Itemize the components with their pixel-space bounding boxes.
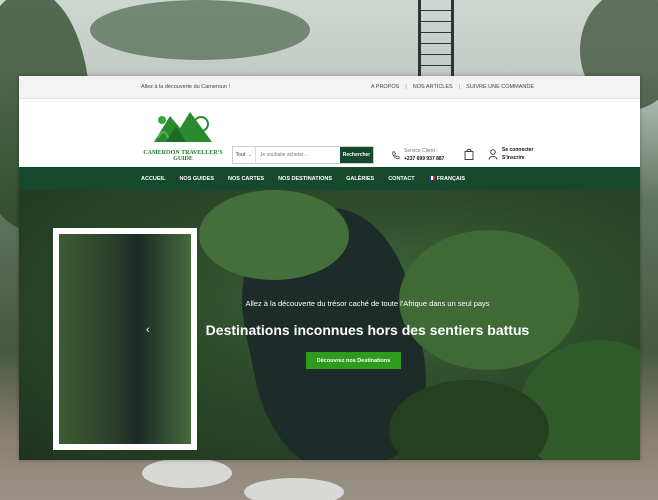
user-icon <box>488 148 498 160</box>
link-articles[interactable]: NOS ARTICLES <box>413 84 453 90</box>
account-links: Se connecter S'inscrire <box>488 147 533 161</box>
divider: | <box>458 84 461 90</box>
link-about[interactable]: A PROPOS <box>371 84 399 90</box>
top-links: A PROPOS | NOS ARTICLES | SUIVRE UNE COM… <box>371 84 534 90</box>
top-bar: Allez à la découverte du Cameroun ! A PR… <box>19 76 640 99</box>
chevron-down-icon: ⌄ <box>248 152 253 158</box>
site-logo[interactable]: CAMEROON TRAVELLER'S GUIDE <box>140 108 226 162</box>
hero-banner: ‹ › Allez à la découverte du trésor cach… <box>19 190 640 460</box>
service-phone: +237 699 937 887 <box>404 156 445 162</box>
palm-foliage-top <box>90 0 310 60</box>
cart-icon[interactable] <box>464 148 474 160</box>
chair-base-right <box>244 478 344 500</box>
hero-title: Destinations inconnues hors des sentiers… <box>205 322 530 338</box>
chair-base-left <box>142 458 232 488</box>
hero-inset-image <box>53 228 197 450</box>
main-nav: ACCUEIL NOS GUIDES NOS CARTES NOS DESTIN… <box>19 167 640 190</box>
welcome-text: Allez à la découverte du Cameroun ! <box>141 84 230 90</box>
website-window: Allez à la découverte du Cameroun ! A PR… <box>19 76 640 460</box>
logo-mountain-icon <box>154 112 212 142</box>
nav-guides[interactable]: NOS GUIDES <box>179 176 214 182</box>
search-input[interactable] <box>256 147 340 163</box>
french-flag-icon <box>428 176 435 181</box>
nav-home[interactable]: ACCUEIL <box>141 176 165 182</box>
search-bar: Tout ⌄ Rechercher <box>232 146 374 164</box>
language-selector[interactable]: FRANÇAIS <box>428 176 465 182</box>
tree-canopy <box>199 190 349 280</box>
search-button[interactable]: Rechercher <box>340 147 373 163</box>
tower-structure <box>418 0 454 80</box>
search-category-select[interactable]: Tout ⌄ <box>233 147 256 163</box>
link-track-order[interactable]: SUIVRE UNE COMMANDE <box>466 84 534 90</box>
nav-destinations[interactable]: NOS DESTINATIONS <box>278 176 332 182</box>
phone-icon <box>392 151 400 159</box>
logo-name: CAMEROON TRAVELLER'S GUIDE <box>143 150 223 162</box>
nav-contact[interactable]: CONTACT <box>388 176 414 182</box>
site-header: CAMEROON TRAVELLER'S GUIDE Tout ⌄ Recher… <box>19 99 640 168</box>
login-link[interactable]: Se connecter <box>502 147 533 153</box>
register-link[interactable]: S'inscrire <box>502 155 533 161</box>
divider: | <box>405 84 407 90</box>
customer-service: Service Client : +237 699 937 887 <box>391 148 444 162</box>
hero-subtitle: Allez à la découverte du trésor caché de… <box>245 299 490 308</box>
nav-galleries[interactable]: GALÉRIES <box>346 176 374 182</box>
service-label: Service Client : <box>404 148 438 154</box>
discover-destinations-button[interactable]: Découvrez nos Destinations <box>306 352 401 369</box>
nav-maps[interactable]: NOS CARTES <box>228 176 264 182</box>
